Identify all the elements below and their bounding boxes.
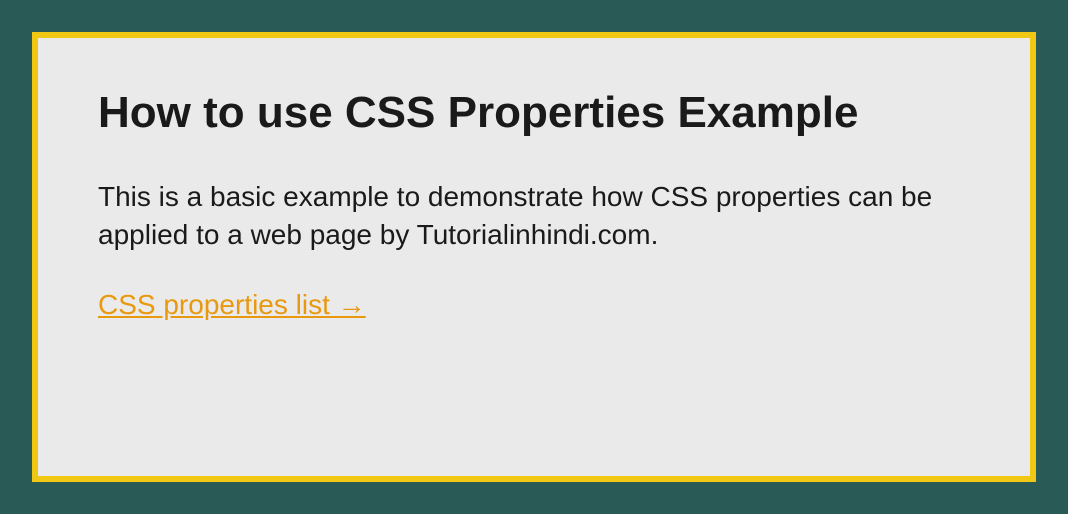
page-heading: How to use CSS Properties Example: [98, 88, 970, 138]
content-frame: How to use CSS Properties Example This i…: [32, 32, 1036, 482]
css-properties-link[interactable]: CSS properties list →: [98, 289, 366, 321]
page-description: This is a basic example to demonstrate h…: [98, 178, 970, 254]
